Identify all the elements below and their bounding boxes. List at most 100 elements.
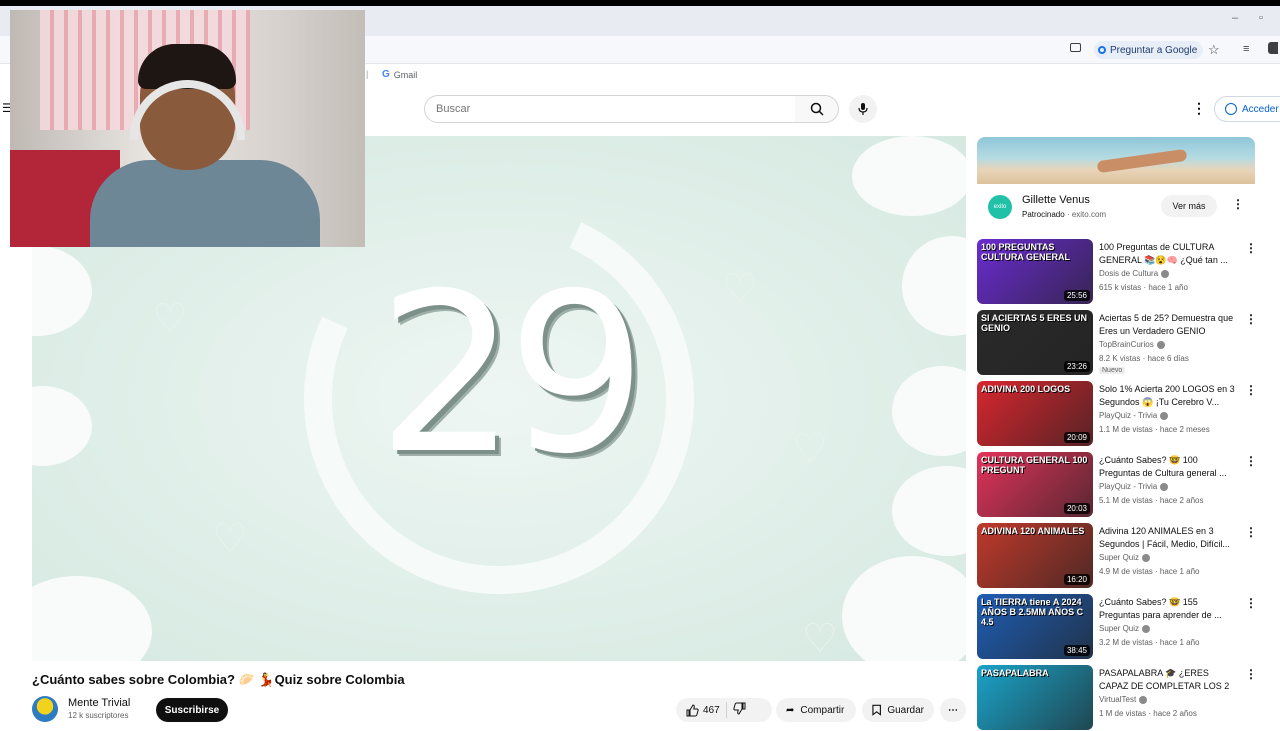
recommendation-item[interactable]: CULTURA GENERAL 100 PREGUNT 20:03 ¿Cuánto … (977, 452, 1267, 518)
heart-icon: ♡ (802, 617, 838, 661)
duration-badge: 20:03 (1063, 503, 1090, 514)
more-actions-button[interactable]: ⋯ (940, 698, 966, 722)
like-button[interactable]: 467 (686, 703, 720, 717)
bookmark-star-icon[interactable]: ☆ (1208, 42, 1220, 58)
thumbnail-text: SI ACIERTAS 5 ERES UN GENIO (981, 313, 1088, 333)
settings-kebab-icon[interactable]: ⋮ (1192, 100, 1206, 117)
recommendation-channel[interactable]: PlayQuiz - Trivia (1099, 411, 1169, 420)
recommendation-thumbnail[interactable]: CULTURA GENERAL 100 PREGUNT 20:03 (977, 452, 1093, 517)
recommendation-title[interactable]: ¿Cuánto Sabes? 🤓 155 Preguntas para apre… (1099, 596, 1239, 622)
ad-cta-button[interactable]: Ver más (1161, 195, 1217, 217)
channel-label: Super Quiz (1099, 553, 1140, 562)
like-dislike-group: 467 (676, 698, 772, 722)
recommendation-item[interactable]: SI ACIERTAS 5 ERES UN GENIO 23:26 Aciertas… (977, 310, 1267, 376)
decor-blob (842, 556, 966, 661)
recommendation-item[interactable]: La TIERRA tiene A 2024 AÑOS B 2.5MM AÑOS… (977, 594, 1267, 660)
decor-blob (892, 366, 966, 456)
verified-icon (1156, 340, 1165, 349)
recommendation-more-icon[interactable]: ⋮ (1245, 596, 1257, 610)
ad-card[interactable]: exito Gillette Venus Patrocinado · exito… (977, 137, 1255, 230)
signin-button[interactable]: Acceder (1214, 96, 1280, 122)
thumbnail-text: 100 PREGUNTAS CULTURA GENERAL (981, 242, 1070, 262)
duration-badge: 25:56 (1063, 290, 1090, 301)
ad-more-icon[interactable]: ⋮ (1232, 197, 1244, 211)
channel-name[interactable]: Mente Trivial (68, 697, 130, 709)
ad-logo: exito (988, 195, 1012, 219)
recommendation-meta: 615 k vistas · hace 1 año (1099, 283, 1188, 292)
decor-blob (902, 236, 966, 336)
recommendation-more-icon[interactable]: ⋮ (1245, 667, 1257, 681)
recommendation-more-icon[interactable]: ⋮ (1245, 383, 1257, 397)
decor-blob (852, 136, 966, 216)
recommendation-channel[interactable]: Super Quiz (1099, 624, 1151, 633)
recommendation-thumbnail[interactable]: ADIVINA 120 ANIMALES 16:20 (977, 523, 1093, 588)
dislike-button[interactable] (733, 702, 746, 718)
channel-avatar[interactable] (32, 696, 58, 722)
share-button[interactable]: ➦ Compartir (776, 698, 856, 722)
voice-search-button[interactable] (849, 95, 877, 123)
duration-badge: 38:45 (1063, 645, 1090, 656)
install-app-icon[interactable] (1070, 43, 1081, 52)
recommendation-channel[interactable]: TopBrainCurios (1099, 340, 1165, 349)
recommendation-thumbnail[interactable]: SI ACIERTAS 5 ERES UN GENIO 23:26 (977, 310, 1093, 375)
save-button[interactable]: Guardar (862, 698, 934, 722)
webcam-person-body (90, 160, 320, 247)
recommendation-meta: 1 M de vistas · hace 2 años (1099, 709, 1197, 718)
thumbnail-text: La TIERRA tiene A 2024 AÑOS B 2.5MM AÑOS… (981, 597, 1084, 627)
recommendation-thumbnail[interactable]: 100 PREGUNTAS CULTURA GENERAL 25:56 (977, 239, 1093, 304)
ask-google-button[interactable]: Preguntar a Google (1094, 41, 1204, 59)
recommendation-item[interactable]: PASAPALABRA PASAPALABRA 🎓 ¿ERES CAPAZ DE … (977, 665, 1267, 731)
channel-label: TopBrainCurios (1099, 340, 1154, 349)
restore-icon[interactable]: ▫ (1259, 12, 1263, 24)
ad-meta: Patrocinado · exito.com (1022, 210, 1106, 219)
recommendation-more-icon[interactable]: ⋮ (1245, 454, 1257, 468)
recommendation-more-icon[interactable]: ⋮ (1245, 525, 1257, 539)
recommendation-title[interactable]: Aciertas 5 de 25? Demuestra que Eres un … (1099, 312, 1239, 338)
recommendation-title[interactable]: Solo 1% Acierta 200 LOGOS en 3 Segundos … (1099, 383, 1239, 409)
recommendation-meta: 1.1 M de vistas · hace 2 meses (1099, 425, 1210, 434)
bookmark-separator: | (366, 69, 369, 79)
verified-icon (1139, 695, 1148, 704)
subscribe-button[interactable]: Suscribirse (156, 698, 228, 722)
decor-blob (32, 246, 92, 336)
heart-icon: ♡ (212, 517, 248, 561)
minimize-icon[interactable]: – (1232, 12, 1238, 24)
signin-label: Acceder (1242, 103, 1279, 115)
share-icon: ➦ (786, 704, 795, 716)
recommendation-item[interactable]: ADIVINA 200 LOGOS 20:09 Solo 1% Acierta 20… (977, 381, 1267, 447)
recommendation-meta: 5.1 M de vistas · hace 2 años (1099, 496, 1204, 505)
search-button[interactable] (795, 95, 839, 123)
recommendation-more-icon[interactable]: ⋮ (1245, 312, 1257, 326)
recommendation-thumbnail[interactable]: La TIERRA tiene A 2024 AÑOS B 2.5MM AÑOS… (977, 594, 1093, 659)
recommendation-more-icon[interactable]: ⋮ (1245, 241, 1257, 255)
heart-icon: ♡ (792, 427, 828, 471)
recommendation-item[interactable]: 100 PREGUNTAS CULTURA GENERAL 25:56 100 Pr… (977, 239, 1267, 305)
recommendation-item[interactable]: ADIVINA 120 ANIMALES 16:20 Adivina 120 ANI… (977, 523, 1267, 589)
side-panel-icon[interactable]: ≡ (1243, 43, 1249, 55)
share-label: Compartir (800, 704, 845, 716)
heart-icon: ♡ (722, 267, 758, 311)
recommendation-thumbnail[interactable]: PASAPALABRA (977, 665, 1093, 730)
recommendation-thumbnail[interactable]: ADIVINA 200 LOGOS 20:09 (977, 381, 1093, 446)
thumbnail-text: CULTURA GENERAL 100 PREGUNT (981, 455, 1088, 475)
recommendation-channel[interactable]: VirtualTest (1099, 695, 1148, 704)
recommendation-channel[interactable]: Dosis de Cultura (1099, 269, 1170, 278)
recommendation-channel[interactable]: Super Quiz (1099, 553, 1151, 562)
ad-title: Gillette Venus (1022, 194, 1090, 206)
channel-label: PlayQuiz - Trivia (1099, 411, 1158, 420)
recommendation-channel[interactable]: PlayQuiz - Trivia (1099, 482, 1169, 491)
search-input[interactable] (436, 100, 776, 118)
channel-label: PlayQuiz - Trivia (1099, 482, 1158, 491)
ask-google-label: Preguntar a Google (1110, 44, 1198, 56)
recommendation-title[interactable]: PASAPALABRA 🎓 ¿ERES CAPAZ DE COMPLETAR L… (1099, 667, 1239, 693)
more-horizontal-icon: ⋯ (948, 704, 958, 716)
bookmark-gmail[interactable]: G Gmail (382, 69, 417, 80)
recommendation-title[interactable]: ¿Cuánto Sabes? 🤓 100 Preguntas de Cultur… (1099, 454, 1239, 480)
profile-icon[interactable] (1268, 42, 1278, 54)
channel-subscribers: 12 k suscriptores (68, 711, 129, 720)
lens-icon (1098, 46, 1106, 54)
recommendation-title[interactable]: 100 Preguntas de CULTURA GENERAL 📚😵🧠 ¿Qu… (1099, 241, 1239, 267)
recommendation-title[interactable]: Adivina 120 ANIMALES en 3 Segundos | Fác… (1099, 525, 1239, 551)
recommendation-meta: 3.2 M de vistas · hace 1 año (1099, 638, 1200, 647)
heart-icon: ♡ (152, 297, 188, 341)
